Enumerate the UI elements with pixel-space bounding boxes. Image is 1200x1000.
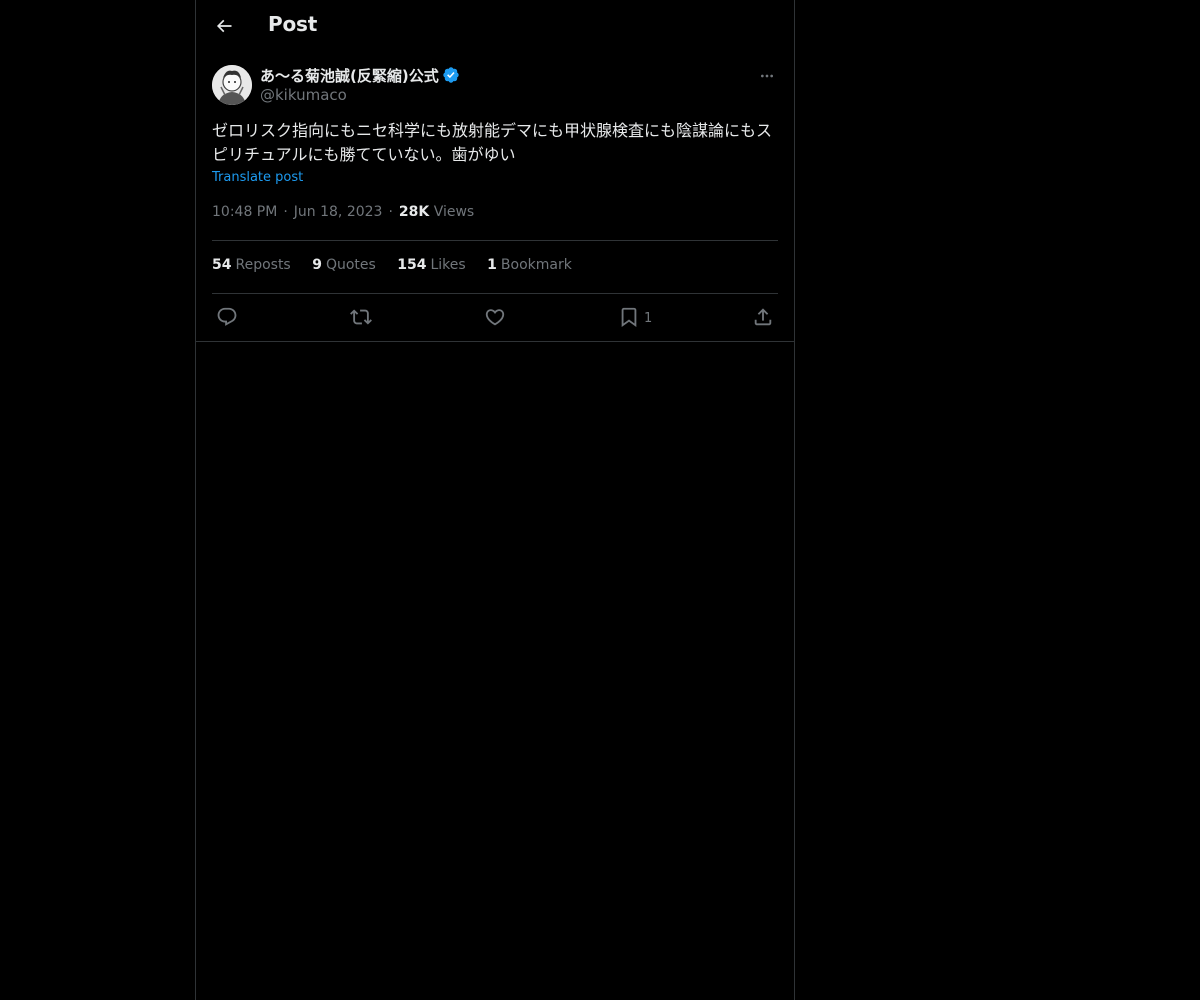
post-meta: 10:48 PM · Jun 18, 2023 · 28K Views (212, 204, 475, 220)
post-text: ゼロリスク指向にもニセ科学にも放射能デマにも甲状腺検査にも陰謀論にもスピリチュア… (212, 121, 773, 164)
post-stats: 54 Reposts 9 Quotes 154 Likes 1 Bookmark (212, 257, 589, 273)
reposts-count: 54 (212, 257, 232, 273)
more-horizontal-icon (761, 74, 773, 78)
quotes-label: Quotes (325, 257, 376, 273)
post-date[interactable]: Jun 18, 2023 (294, 204, 383, 220)
likes-count: 154 (397, 257, 427, 273)
translate-post-link[interactable]: Translate post (212, 170, 303, 185)
quotes-stat[interactable]: 9 Quotes (312, 257, 376, 273)
bookmarks-stat[interactable]: 1 Bookmark (487, 257, 572, 273)
verified-badge-icon[interactable] (442, 66, 460, 84)
repost-icon (350, 309, 372, 325)
bookmarks-count: 1 (487, 257, 497, 273)
views-count: 28K (398, 204, 430, 220)
more-options-button[interactable] (756, 65, 778, 87)
bookmarks-label: Bookmark (500, 257, 572, 273)
reposts-stat[interactable]: 54 Reposts (212, 257, 291, 273)
quotes-count: 9 (312, 257, 322, 273)
views-label: Views (433, 204, 475, 220)
post-actions: 1 (212, 304, 778, 330)
arrow-left-icon (216, 19, 232, 33)
bookmark-count: 1 (644, 311, 653, 326)
bookmark-button[interactable]: 1 (618, 304, 652, 330)
back-button[interactable] (206, 8, 242, 44)
like-button[interactable] (484, 304, 506, 330)
post-time[interactable]: 10:48 PM (212, 204, 277, 220)
likes-label: Likes (430, 257, 466, 273)
heart-icon (485, 309, 505, 326)
likes-stat[interactable]: 154 Likes (397, 257, 465, 273)
reposts-label: Reposts (235, 257, 291, 273)
primary-column: Post あ〜る菊池誠(反緊縮)公式 @kikumaco ゼロリスク指向にもニセ… (195, 0, 795, 1000)
page-header: Post (196, 0, 794, 53)
reply-button[interactable] (216, 304, 238, 330)
bookmark-icon (621, 307, 637, 328)
author-block: あ〜る菊池誠(反緊縮)公式 @kikumaco (260, 65, 460, 105)
page-title: Post (268, 12, 318, 36)
repost-button[interactable] (350, 304, 372, 330)
avatar[interactable] (212, 65, 252, 105)
share-icon (754, 308, 772, 326)
author-display-name[interactable]: あ〜る菊池誠(反緊縮)公式 (260, 65, 439, 86)
divider (212, 293, 778, 294)
divider (212, 240, 778, 241)
avatar-image (212, 65, 252, 105)
share-button[interactable] (752, 304, 774, 330)
reply-icon (217, 307, 237, 326)
author-handle[interactable]: @kikumaco (260, 85, 460, 105)
post-bottom-border (196, 341, 794, 342)
